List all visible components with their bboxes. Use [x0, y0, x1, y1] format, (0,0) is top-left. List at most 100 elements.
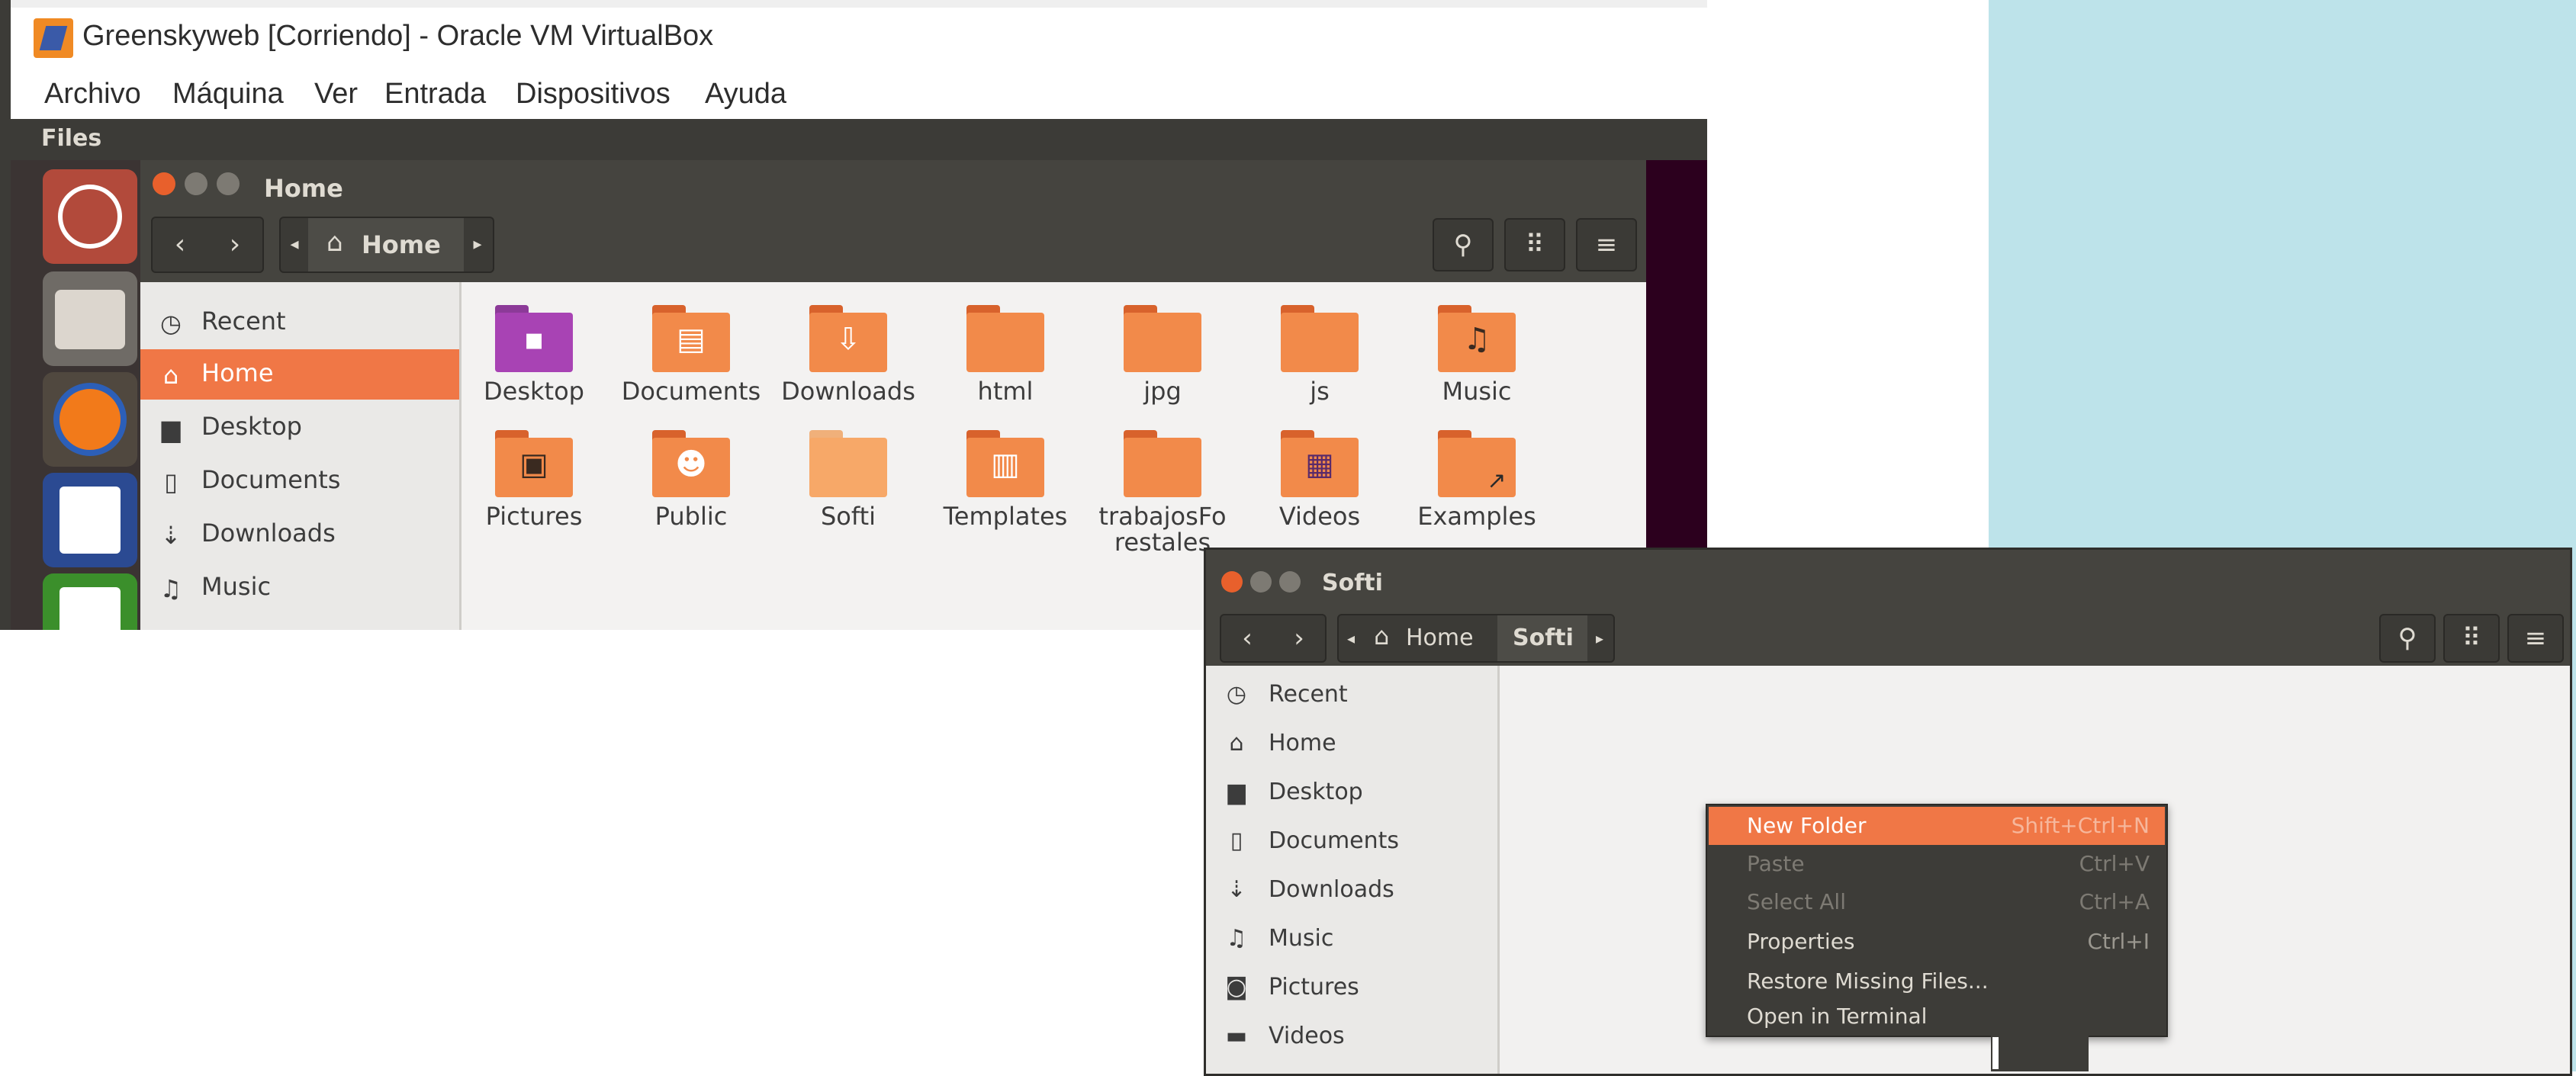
sidebar-item-label: Downloads	[201, 519, 336, 548]
folder-html[interactable]: html	[933, 305, 1078, 435]
menu-ver[interactable]: Ver	[314, 78, 358, 111]
folder-documents[interactable]: ▤ Documents	[619, 305, 764, 435]
view-toggle-button[interactable]: ⠿	[2443, 614, 2500, 663]
menu-item-new-folder[interactable]: New Folder Shift+Ctrl+N	[1709, 807, 2165, 845]
folder-jpg[interactable]: jpg	[1090, 305, 1235, 435]
menu-item-shortcut: Shift+Ctrl+N	[2011, 813, 2150, 838]
sidebar-item-recent[interactable]: ◷ Recent	[140, 297, 459, 348]
breadcrumb-softi[interactable]: Softi	[1497, 615, 1587, 661]
folder-js[interactable]: js	[1247, 305, 1392, 435]
folder-label: Music	[1442, 377, 1512, 406]
folder-softi[interactable]: Softi	[776, 430, 921, 560]
folder-music[interactable]: ♫ Music	[1404, 305, 1549, 435]
ubuntu-launcher	[11, 160, 140, 630]
folder-videos[interactable]: ▦ Videos	[1247, 430, 1392, 560]
sidebar-item-downloads[interactable]: ⇣ Downloads	[1206, 866, 1497, 914]
calc-icon[interactable]	[43, 573, 137, 630]
close-icon[interactable]	[153, 172, 175, 195]
sidebar-item-label: Documents	[1269, 827, 1400, 854]
minimize-icon[interactable]	[185, 172, 207, 195]
maximize-icon[interactable]	[1279, 571, 1301, 593]
breadcrumb-left-arrow[interactable]: ◂	[1339, 615, 1363, 661]
folder-label: Downloads	[781, 377, 915, 406]
folder-downloads[interactable]: ⇩ Downloads	[776, 305, 921, 435]
grid-icon: ⠿	[2462, 623, 2481, 654]
maximize-icon[interactable]	[217, 172, 240, 195]
menu-dispositivos[interactable]: Dispositivos	[516, 78, 671, 111]
breadcrumb: ◂ ⌂ Home Softi ▸	[1337, 614, 1615, 663]
clock-icon: ◷	[1226, 681, 1247, 708]
files-icon[interactable]	[43, 271, 137, 366]
breadcrumb: ◂ ⌂ Home ▸	[279, 217, 494, 273]
menu-maquina[interactable]: Máquina	[172, 78, 284, 111]
sidebar-item-home[interactable]: ⌂ Home	[1206, 719, 1497, 768]
document-icon: ▤	[677, 322, 706, 357]
sidebar-item-label: Recent	[1269, 681, 1348, 708]
forward-button[interactable]: ›	[1273, 615, 1325, 661]
sidebar-item-videos[interactable]: ▬ Videos	[1206, 1012, 1497, 1061]
virtualbox-window: Greenskyweb [Corriendo] - Oracle VM Virt…	[0, 0, 1707, 630]
folder-pictures[interactable]: ▣ Pictures	[461, 430, 606, 560]
menu-ayuda[interactable]: Ayuda	[705, 78, 786, 111]
home-window-title: Home	[264, 174, 343, 203]
menu-item-paste[interactable]: Paste Ctrl+V	[1709, 845, 2165, 883]
menu-item-properties[interactable]: Properties Ctrl+I	[1709, 923, 2165, 961]
sidebar-item-label: Home	[201, 358, 274, 387]
download-arrow-icon: ⇩	[835, 322, 861, 357]
music-note-icon: ♫	[1226, 925, 1247, 952]
breadcrumb-left-arrow[interactable]: ◂	[281, 218, 308, 271]
close-icon[interactable]	[1221, 571, 1243, 593]
back-button[interactable]: ‹	[1221, 615, 1273, 661]
menu-button[interactable]: ≡	[1576, 218, 1637, 271]
folder-desktop[interactable]: ▪ Desktop	[461, 305, 606, 435]
hamburger-icon: ≡	[1595, 230, 1618, 260]
menu-item-select-all[interactable]: Select All Ctrl+A	[1709, 883, 2165, 921]
sidebar-item-home[interactable]: ⌂ Home	[140, 349, 459, 400]
sidebar-item-music[interactable]: ♫ Music	[1206, 914, 1497, 963]
menu-archivo[interactable]: Archivo	[44, 78, 141, 111]
search-button[interactable]: ⚲	[2379, 614, 2436, 663]
sidebar-item-recent[interactable]: ◷ Recent	[1206, 670, 1497, 719]
folder-icon: ▆	[1227, 779, 1246, 805]
forward-button[interactable]: ›	[207, 218, 262, 271]
folder-trabajosforestales[interactable]: trabajosFo restales	[1090, 430, 1235, 560]
breadcrumb-right-arrow[interactable]: ▸	[1587, 615, 1612, 661]
menu-entrada[interactable]: Entrada	[384, 78, 486, 111]
breadcrumb-home[interactable]: ⌂ Home	[1363, 615, 1497, 661]
softi-sidebar: ◷ Recent ⌂ Home ▆ Desktop ▯ Documents ⇣ …	[1206, 666, 1500, 1074]
writer-icon[interactable]	[43, 473, 137, 567]
sidebar-item-label: Pictures	[1269, 974, 1359, 1001]
folder-icon: ▆	[161, 414, 181, 443]
menu-item-open-in-terminal[interactable]: Open in Terminal	[1709, 997, 2165, 1036]
folder-public[interactable]: ☻ Public	[619, 430, 764, 560]
desktop-icon: ▪	[523, 322, 545, 357]
view-toggle-button[interactable]: ⠿	[1504, 218, 1565, 271]
sidebar-item-label: Videos	[1269, 1023, 1345, 1049]
sidebar-item-music[interactable]: ♫ Music	[140, 563, 459, 613]
menu-item-shortcut: Ctrl+I	[2087, 929, 2150, 954]
sidebar-item-label: Music	[201, 572, 272, 601]
ubuntu-dash-icon[interactable]	[43, 169, 137, 264]
sidebar-item-desktop[interactable]: ▆ Desktop	[1206, 768, 1497, 817]
sidebar-item-downloads[interactable]: ⇣ Downloads	[140, 509, 459, 560]
back-button[interactable]: ‹	[153, 218, 207, 271]
folder-examples[interactable]: ↗ Examples	[1404, 430, 1549, 560]
breadcrumb-home[interactable]: ⌂ Home	[308, 218, 464, 271]
sidebar-item-desktop[interactable]: ▆ Desktop	[140, 403, 459, 453]
search-icon: ⚲	[1453, 230, 1473, 260]
search-button[interactable]: ⚲	[1433, 218, 1494, 271]
minimize-icon[interactable]	[1250, 571, 1272, 593]
sidebar-item-label: Documents	[201, 465, 341, 494]
virtualbox-app-icon	[34, 18, 73, 58]
menu-item-restore-missing-files[interactable]: Restore Missing Files...	[1709, 962, 2165, 1001]
folder-templates[interactable]: ▥ Templates	[933, 430, 1078, 560]
menu-button[interactable]: ≡	[2507, 614, 2564, 663]
home-icon: ⌂	[326, 227, 343, 258]
folder-label: Documents	[621, 377, 761, 406]
sidebar-item-pictures[interactable]: ◙ Pictures	[1206, 963, 1497, 1012]
firefox-icon[interactable]	[43, 372, 137, 467]
sidebar-item-documents[interactable]: ▯ Documents	[1206, 817, 1497, 866]
breadcrumb-right-arrow[interactable]: ▸	[464, 218, 491, 271]
sidebar-item-documents[interactable]: ▯ Documents	[140, 456, 459, 506]
sidebar-item-label: Music	[1269, 925, 1334, 952]
